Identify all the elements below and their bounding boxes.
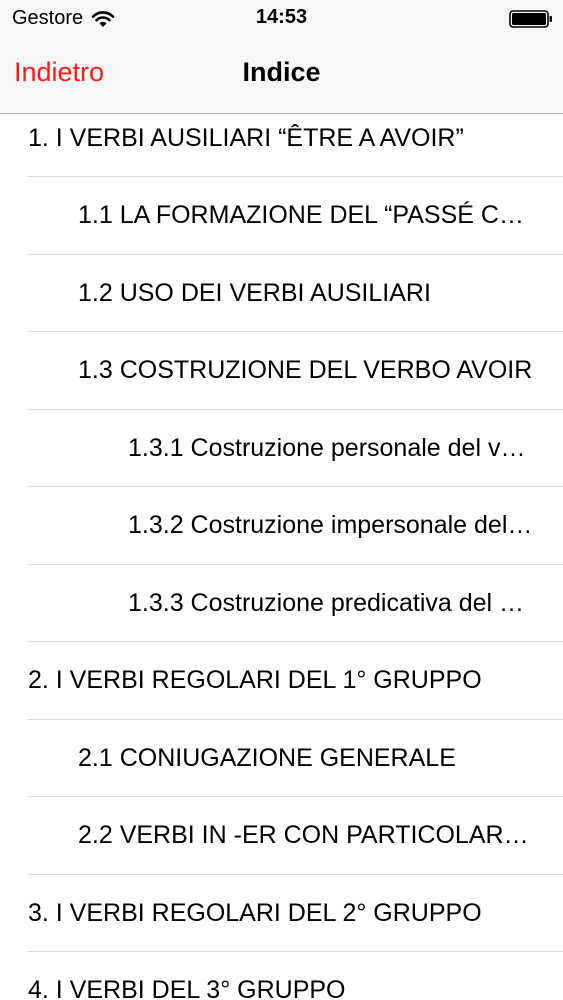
toc-item-label: 4. I VERBI DEL 3° GRUPPO [28, 976, 346, 1000]
toc-item[interactable]: 1.3.3 Costruzione predicativa del verbo [0, 565, 563, 643]
toc-item[interactable]: 1. I VERBI AUSILIARI “ÊTRE A AVOIR” [0, 100, 563, 177]
toc-item[interactable]: 1.2 USO DEI VERBI AUSILIARI [0, 255, 563, 333]
toc-item-label: 1.3.2 Costruzione impersonale del verbo [128, 511, 533, 539]
toc-item[interactable]: 1.3 COSTRUZIONE DEL VERBO AVOIR [0, 332, 563, 410]
toc-item[interactable]: 4. I VERBI DEL 3° GRUPPO [0, 952, 563, 1000]
toc-item[interactable]: 2.2 VERBI IN -ER CON PARTICOLARITÀ [0, 797, 563, 875]
status-bar: Gestore 14:53 [0, 0, 563, 40]
top-bar: Gestore 14:53 Indietro Indice [0, 0, 563, 114]
toc-item-label: 1.2 USO DEI VERBI AUSILIARI [78, 278, 431, 307]
toc-list: 1. I VERBI AUSILIARI “ÊTRE A AVOIR” 1.1 L… [0, 100, 563, 1000]
clock: 14:53 [255, 6, 308, 28]
screen: Gestore 14:53 Indietro Indice 1. I VERBI… [0, 0, 563, 1000]
toc-item-label: 1. I VERBI AUSILIARI “ÊTRE A AVOIR” [28, 124, 464, 152]
toc-item-label: 2.1 CONIUGAZIONE GENERALE [78, 743, 456, 772]
toc-item[interactable]: 2. I VERBI REGOLARI DEL 1° GRUPPO [0, 642, 563, 720]
toc-item-label: 3. I VERBI REGOLARI DEL 2° GRUPPO [28, 898, 482, 927]
toc-item[interactable]: 1.1 LA FORMAZIONE DEL “PASSÉ COMPOSÉ” [0, 177, 563, 255]
battery-icon [509, 10, 552, 28]
toc-item[interactable]: 3. I VERBI REGOLARI DEL 2° GRUPPO [0, 875, 563, 953]
toc-item[interactable]: 1.3.1 Costruzione personale del verbo [0, 410, 563, 488]
toc-item-label: 1.1 LA FORMAZIONE DEL “PASSÉ COMPOSÉ” [78, 201, 533, 229]
toc-item-label: 1.3.3 Costruzione predicativa del verbo [128, 588, 533, 617]
toc-item-label: 2.2 VERBI IN -ER CON PARTICOLARITÀ [78, 821, 533, 849]
toc-item-label: 1.3.1 Costruzione personale del verbo [128, 433, 533, 462]
toc-item-label: 1.3 COSTRUZIONE DEL VERBO AVOIR [78, 356, 533, 384]
toc-item[interactable]: 1.3.2 Costruzione impersonale del verbo [0, 487, 563, 565]
toc-item[interactable]: 2.1 CONIUGAZIONE GENERALE [0, 720, 563, 798]
page-title: Indice [242, 57, 321, 87]
toc-item-label: 2. I VERBI REGOLARI DEL 1° GRUPPO [28, 666, 482, 694]
